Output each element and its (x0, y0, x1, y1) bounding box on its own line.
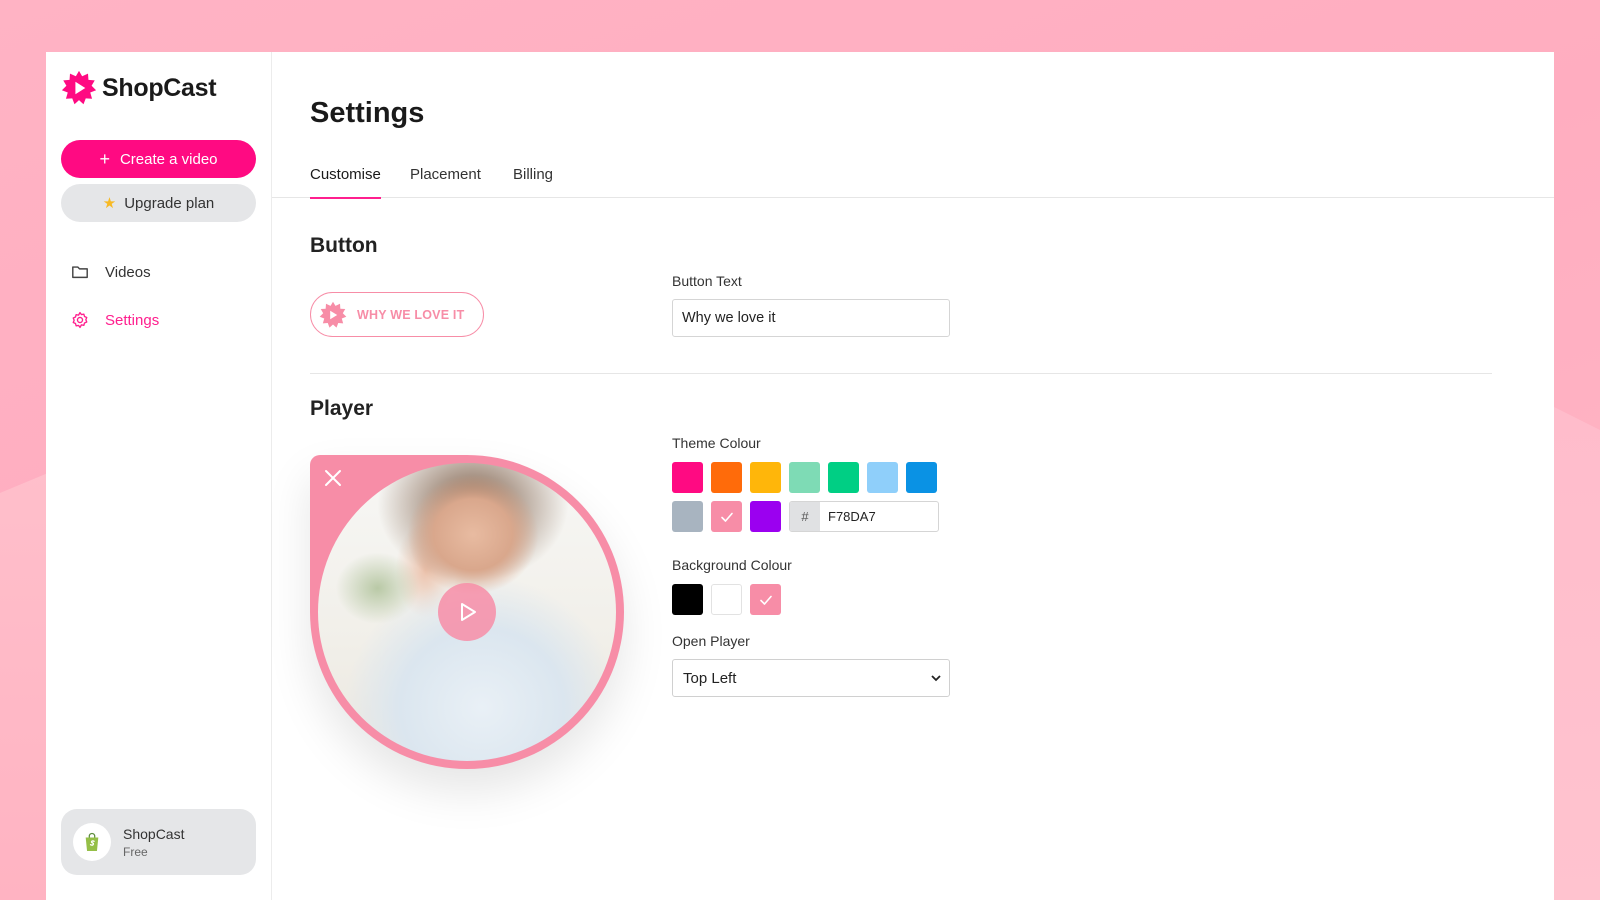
button-preview-label: WHY WE LOVE IT (357, 307, 465, 322)
button-text-input[interactable] (672, 299, 950, 337)
colour-swatch[interactable] (828, 462, 859, 493)
chevron-down-icon (931, 675, 941, 682)
sidebar-item-label: Settings (105, 311, 160, 329)
settings-tabs: Customise Placement Billing (272, 158, 1554, 199)
play-button[interactable] (438, 583, 496, 641)
theme-colour-row-2: # F78DA7 (672, 501, 939, 532)
sidebar-item-videos[interactable]: Videos (61, 248, 256, 296)
button-section-title: Button (310, 234, 378, 257)
open-player-value: Top Left (683, 669, 737, 687)
shopcast-badge-icon (319, 301, 347, 328)
background-colour-label: Background Colour (672, 557, 792, 573)
folder-icon (72, 266, 88, 279)
gear-icon (72, 311, 88, 329)
theme-colour-row-1 (672, 462, 937, 493)
hex-value[interactable]: F78DA7 (820, 502, 938, 531)
colour-swatch[interactable] (750, 462, 781, 493)
colour-swatch[interactable] (711, 584, 742, 615)
colour-swatch[interactable] (789, 462, 820, 493)
background-colour-row (672, 584, 781, 615)
hex-prefix: # (790, 502, 820, 531)
button-preview[interactable]: WHY WE LOVE IT (310, 292, 484, 337)
account-name: ShopCast (123, 825, 185, 842)
page-title: Settings (310, 97, 425, 129)
colour-swatch[interactable] (711, 462, 742, 493)
tab-placement[interactable]: Placement (410, 166, 481, 198)
app-window: ShopCast + Create a video ★ Upgrade plan… (46, 52, 1554, 900)
colour-swatch[interactable] (750, 584, 781, 615)
play-icon (461, 603, 476, 621)
plus-icon: + (99, 148, 110, 169)
open-player-select[interactable]: Top Left (672, 659, 950, 697)
colour-swatch[interactable] (867, 462, 898, 493)
sidebar-item-label: Videos (105, 263, 151, 281)
star-icon: ★ (102, 195, 117, 212)
shopcast-logo-icon (61, 70, 97, 105)
create-video-button[interactable]: + Create a video (61, 140, 256, 178)
tab-billing[interactable]: Billing (513, 166, 553, 198)
player-preview[interactable] (310, 455, 624, 769)
colour-swatch[interactable] (906, 462, 937, 493)
upgrade-plan-label: Upgrade plan (124, 194, 215, 212)
theme-colour-label: Theme Colour (672, 435, 761, 451)
create-video-label: Create a video (119, 150, 218, 168)
section-divider (310, 373, 1492, 374)
colour-swatch[interactable] (672, 584, 703, 615)
upgrade-plan-button[interactable]: ★ Upgrade plan (61, 184, 256, 222)
tab-customise[interactable]: Customise (310, 166, 381, 199)
sidebar-item-settings[interactable]: Settings (61, 296, 256, 344)
colour-swatch[interactable] (750, 501, 781, 532)
colour-swatch[interactable] (711, 501, 742, 532)
avatar (73, 823, 111, 861)
logo[interactable]: ShopCast (61, 68, 256, 108)
player-section-title: Player (310, 397, 374, 420)
check-icon (759, 595, 772, 605)
account-plan: Free (123, 844, 148, 859)
colour-swatch[interactable] (672, 462, 703, 493)
close-icon[interactable] (324, 469, 342, 487)
sidebar: ShopCast + Create a video ★ Upgrade plan… (46, 52, 272, 900)
colour-swatch[interactable] (672, 501, 703, 532)
shopify-bag-icon (85, 832, 99, 851)
open-player-label: Open Player (672, 633, 750, 649)
brand-name: ShopCast (102, 73, 217, 102)
sidebar-nav: Videos Settings (61, 248, 256, 344)
hex-colour-input[interactable]: # F78DA7 (789, 501, 939, 532)
check-icon (720, 512, 733, 522)
account-card[interactable]: ShopCast Free (61, 809, 256, 875)
button-text-label: Button Text (672, 273, 742, 289)
main-content: Settings Customise Placement Billing But… (272, 52, 1554, 900)
